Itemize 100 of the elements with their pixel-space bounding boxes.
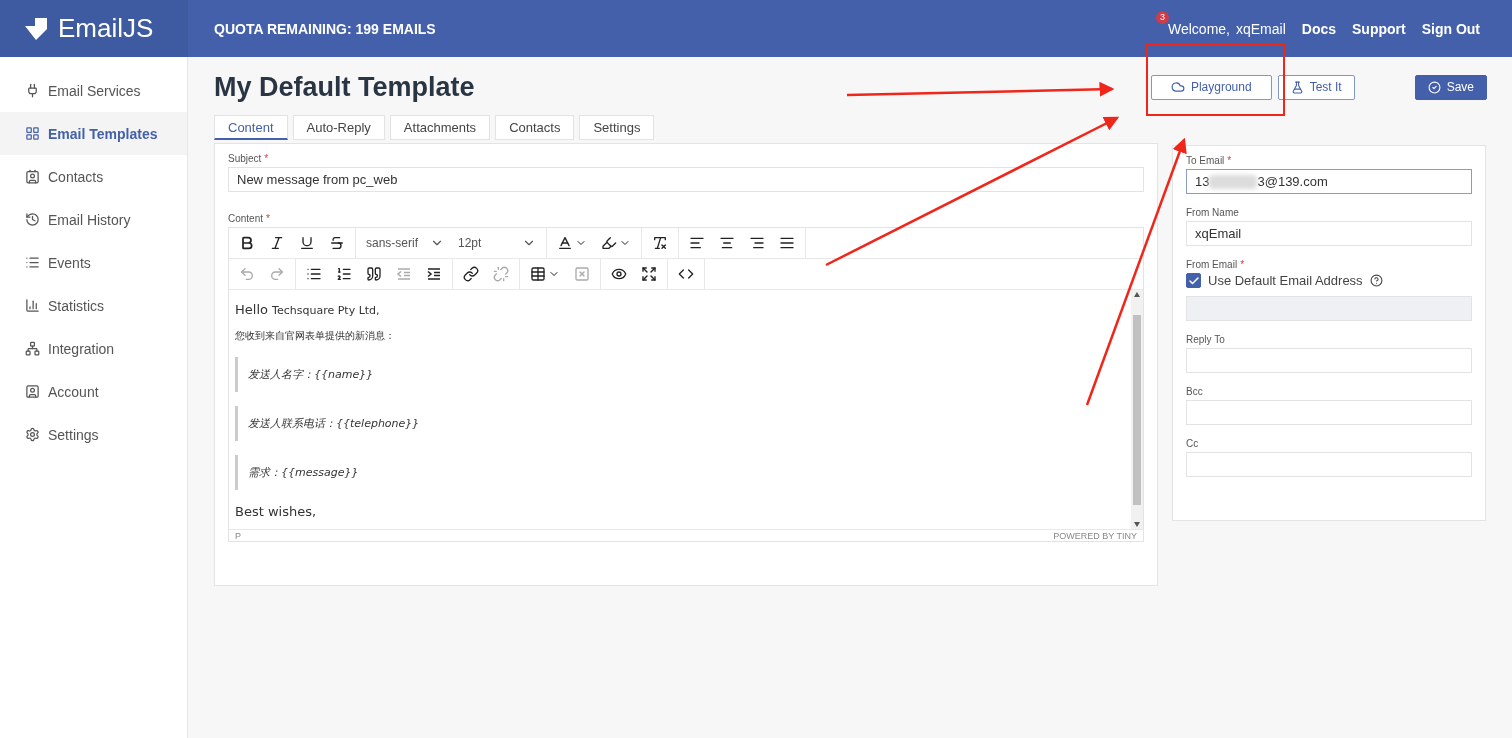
- sidebar-item[interactable]: Settings: [0, 413, 187, 456]
- input-field[interactable]: [1186, 452, 1472, 477]
- sidebar-item[interactable]: Email History: [0, 198, 187, 241]
- nav-link[interactable]: Docs: [1301, 20, 1336, 37]
- link-icon: [463, 266, 479, 282]
- contact-card-icon: [25, 169, 40, 184]
- check-circle-icon: [1427, 80, 1441, 94]
- nav-link[interactable]: Sign Out: [1421, 20, 1480, 37]
- field-label: From Name: [1186, 207, 1239, 218]
- field-label: Cc: [1186, 438, 1199, 449]
- required-mark: *: [266, 213, 270, 224]
- subject-field[interactable]: New message from pc_web: [228, 167, 1144, 192]
- quote-text: 发送人联系电话：{{telephone}}: [235, 406, 1125, 441]
- field-label: To Email: [1186, 155, 1225, 166]
- delete-table-icon: [574, 266, 590, 282]
- italic-icon: [269, 235, 285, 251]
- greeting-text: Hello Techsquare Pty Ltd,: [235, 302, 381, 317]
- sidebar-item[interactable]: Account: [0, 370, 187, 413]
- bold-icon: [239, 235, 255, 251]
- table-icon: [530, 266, 546, 282]
- grid-icon: [25, 126, 40, 141]
- align-center-icon: [719, 235, 735, 251]
- align-left-icon: [689, 235, 705, 251]
- user-card-icon: [25, 384, 40, 399]
- bar-chart-icon: [25, 298, 40, 313]
- input-field[interactable]: [1186, 400, 1472, 425]
- tab[interactable]: Auto-Reply: [292, 115, 385, 140]
- tab[interactable]: Attachments: [389, 115, 491, 140]
- checkbox-label: Use Default Email Address: [1208, 273, 1363, 288]
- history-icon: [25, 212, 40, 227]
- sidebar-item[interactable]: Events: [0, 241, 187, 284]
- test-button[interactable]: Test It: [1277, 74, 1355, 100]
- highlighter-icon: [601, 235, 617, 251]
- clear-format-icon: [652, 235, 668, 251]
- eye-icon: [611, 266, 627, 282]
- font-select[interactable]: 12pt: [452, 230, 542, 256]
- required-mark: *: [264, 153, 269, 164]
- sidebar-item[interactable]: Email Templates: [0, 112, 187, 155]
- text-color-icon: [557, 235, 573, 251]
- indent-icon: [426, 266, 442, 282]
- from-email-field[interactable]: [1186, 296, 1472, 321]
- email-end-text: 3@139.com: [1257, 174, 1328, 189]
- sidebar-item[interactable]: Email Services: [0, 69, 187, 112]
- from-name-field[interactable]: xqEmail: [1186, 221, 1472, 246]
- scroll-down-icon[interactable]: [1134, 522, 1140, 527]
- playground-button[interactable]: Playground: [1150, 74, 1272, 100]
- plug-icon: [25, 83, 40, 98]
- logo-icon: [24, 16, 48, 41]
- scroll-up-icon[interactable]: [1134, 292, 1140, 297]
- numbered-list-icon: [336, 266, 352, 282]
- fullscreen-icon: [641, 266, 657, 282]
- logo-text: EmailJS: [58, 13, 154, 44]
- flask-icon: [1290, 80, 1304, 94]
- user-name: xqEmail: [1236, 20, 1286, 37]
- paragraph-text: 您收到来自官网表单提供的新消息：: [235, 329, 396, 343]
- bullet-list-icon: [306, 266, 322, 282]
- field-label: Content: [228, 213, 264, 224]
- required-mark: *: [1240, 259, 1245, 270]
- page-title: My Default Template: [214, 71, 475, 103]
- sidebar-item[interactable]: Contacts: [0, 155, 187, 198]
- unlink-icon: [493, 266, 509, 282]
- quote-text: 发送人名字：{{name}}: [235, 357, 1125, 392]
- settings-icon: [25, 427, 40, 442]
- list-icon: [25, 255, 40, 270]
- strikethrough-icon: [329, 235, 345, 251]
- sidebar-item[interactable]: Statistics: [0, 284, 187, 327]
- save-button[interactable]: Save: [1414, 74, 1487, 100]
- welcome-text: Welcome,: [1168, 20, 1230, 37]
- nav-link[interactable]: Support: [1352, 20, 1406, 37]
- element-path: P: [235, 530, 241, 541]
- redo-icon: [269, 266, 285, 282]
- align-justify-icon: [779, 235, 795, 251]
- undo-icon: [239, 266, 255, 282]
- field-label: Subject: [228, 153, 262, 164]
- to-email-field[interactable]: 13 3@139.com: [1186, 169, 1472, 194]
- sidebar-item[interactable]: Integration: [0, 327, 187, 370]
- required-mark: *: [1227, 155, 1232, 166]
- cloud-icon: [1170, 80, 1185, 94]
- code-icon: [678, 266, 694, 282]
- closing-text: Best wishes,: [235, 504, 318, 519]
- quota-text: QUOTA REMAINING: 199 EMAILS: [214, 20, 436, 37]
- quote-icon: [366, 266, 382, 282]
- powered-by-text: POWERED BY TINY: [1053, 530, 1137, 541]
- input-field[interactable]: [1186, 348, 1472, 373]
- blurred-patch: [1209, 174, 1258, 189]
- font-select[interactable]: sans-serif: [360, 230, 450, 256]
- field-label: Reply To: [1186, 334, 1225, 345]
- tab[interactable]: Content: [214, 115, 288, 140]
- quote-text: 需求：{{message}}: [235, 455, 1125, 490]
- notification-badge[interactable]: 3: [1156, 10, 1169, 24]
- tab[interactable]: Settings: [579, 115, 655, 140]
- tab[interactable]: Contacts: [495, 115, 575, 140]
- field-label: From Email: [1186, 259, 1238, 270]
- email-start-text: 13: [1195, 174, 1210, 189]
- network-icon: [25, 341, 40, 356]
- rich-text-editor[interactable]: sans-serif 12pt Hello Techsquare Pty Ltd, 您收到来自官网表单提供的新消息： 发送人名字：{{name}} 发送人联系电话：{{telephone}} 需求：{{message}} Best wishes, P POWERED BY TINY: [228, 227, 1144, 542]
- scrollbar[interactable]: [1131, 290, 1143, 529]
- outdent-icon: [396, 266, 412, 282]
- checkbox[interactable]: [1186, 273, 1201, 288]
- help-icon[interactable]: [1369, 274, 1383, 287]
